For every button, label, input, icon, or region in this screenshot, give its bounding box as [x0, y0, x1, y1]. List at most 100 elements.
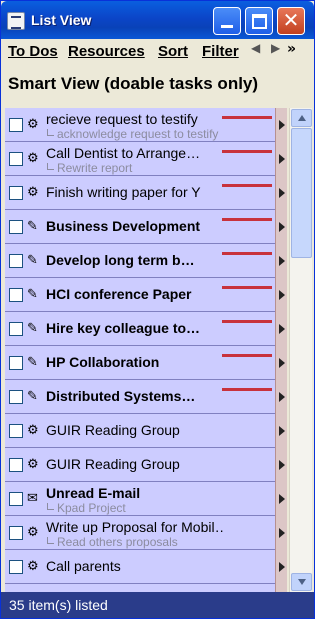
task-row[interactable]: ⚙ recieve request to testify acknowledge r… — [5, 108, 287, 142]
scroll-down-button[interactable] — [291, 573, 312, 591]
task-row[interactable]: ⚙ Write up Proposal for Mobil… Read others… — [5, 516, 287, 550]
menu-bar: To Dos Resources Sort Filter ◀ ▶ » — [1, 39, 314, 63]
close-icon: ✕ — [282, 8, 300, 32]
priority-bar — [222, 354, 272, 357]
menu-todos[interactable]: To Dos — [8, 43, 58, 60]
close-button[interactable]: ✕ — [277, 7, 305, 35]
task-checkbox[interactable] — [9, 322, 23, 336]
project-icon: ✎ — [27, 219, 38, 234]
task-label: Unread E-mail — [46, 485, 141, 501]
expand-arrow-icon[interactable] — [275, 176, 287, 210]
task-row[interactable]: ⚙ — [5, 584, 287, 592]
task-label: GUIR Reading Group — [46, 456, 180, 472]
task-checkbox[interactable] — [9, 390, 23, 404]
task-checkbox[interactable] — [9, 152, 23, 166]
task-checkbox[interactable] — [9, 424, 23, 438]
task-label: Finish writing paper for Y — [46, 184, 201, 200]
expand-arrow-icon[interactable] — [275, 516, 287, 550]
priority-bar — [222, 252, 272, 255]
task-label: Develop long term b… — [46, 252, 195, 268]
minimize-button[interactable] — [213, 7, 241, 35]
list-view-window: List View ✕ To Dos Resources Sort Filter… — [0, 0, 315, 619]
menu-more-icon[interactable]: » — [287, 41, 296, 57]
expand-arrow-icon[interactable] — [275, 108, 287, 142]
task-checkbox[interactable] — [9, 118, 23, 132]
app-icon — [7, 12, 25, 30]
expand-arrow-icon[interactable] — [275, 482, 287, 516]
expand-arrow-icon[interactable] — [275, 244, 287, 278]
expand-arrow-icon[interactable] — [275, 550, 287, 584]
expand-arrow-icon[interactable] — [275, 142, 287, 176]
title-bar[interactable]: List View ✕ — [1, 1, 314, 39]
menu-scroll-right-icon[interactable]: ▶ — [271, 41, 280, 55]
task-label: Write up Proposal for Mobil… — [46, 519, 224, 535]
task-checkbox[interactable] — [9, 356, 23, 370]
task-row[interactable]: ✎ Business Development — [5, 210, 287, 244]
priority-bar — [222, 320, 272, 323]
task-row[interactable]: ✉ Unread E-mail Kpad Project — [5, 482, 287, 516]
task-checkbox[interactable] — [9, 186, 23, 200]
task-label: Call Dentist to Arrange… — [46, 145, 201, 161]
task-row[interactable]: ⚙ GUIR Reading Group — [5, 414, 287, 448]
task-row[interactable]: ✎ Hire key colleague to… — [5, 312, 287, 346]
view-title: Smart View (doable tasks only) — [8, 74, 259, 93]
menu-sort[interactable]: Sort — [158, 43, 188, 60]
project-icon: ✎ — [27, 321, 38, 336]
person-walking-icon: ⚙ — [27, 423, 39, 438]
expand-arrow-icon[interactable] — [275, 312, 287, 346]
task-row[interactable]: ⚙ Call parents — [5, 550, 287, 584]
task-label: HP Collaboration — [46, 354, 160, 370]
task-label: Call parents — [46, 558, 121, 574]
person-walking-icon: ⚙ — [27, 117, 39, 132]
task-checkbox[interactable] — [9, 254, 23, 268]
task-checkbox[interactable] — [9, 458, 23, 472]
task-row[interactable]: ⚙ Call Dentist to Arrange… Rewrite report — [5, 142, 287, 176]
task-row[interactable]: ✎ HP Collaboration — [5, 346, 287, 380]
vertical-scrollbar[interactable] — [289, 108, 312, 592]
task-row[interactable]: ✎ Develop long term b… — [5, 244, 287, 278]
project-icon: ✎ — [27, 389, 38, 404]
maximize-button[interactable] — [245, 7, 273, 35]
task-label: GUIR Reading Group — [46, 422, 180, 438]
person-walking-icon: ⚙ — [27, 151, 39, 166]
task-row[interactable]: ✎ Distributed Systems… — [5, 380, 287, 414]
task-label: Business Development — [46, 218, 201, 234]
task-subtask-label: Read others proposals — [47, 535, 178, 549]
project-icon: ✎ — [27, 253, 38, 268]
expand-arrow-icon[interactable] — [275, 210, 287, 244]
task-checkbox[interactable] — [9, 526, 23, 540]
task-subtask-label: acknowledge request to testify — [47, 127, 218, 141]
task-row[interactable]: ⚙ Finish writing paper for Y — [5, 176, 287, 210]
scroll-up-button[interactable] — [291, 109, 312, 127]
expand-arrow-icon[interactable] — [275, 584, 287, 592]
expand-arrow-icon[interactable] — [275, 346, 287, 380]
task-row[interactable]: ✎ HCI conference Paper — [5, 278, 287, 312]
expand-arrow-icon[interactable] — [275, 380, 287, 414]
task-checkbox[interactable] — [9, 492, 23, 506]
project-icon: ✎ — [27, 287, 38, 302]
scroll-thumb[interactable] — [291, 128, 312, 258]
person-walking-icon: ⚙ — [27, 559, 39, 574]
item-count-status: 35 item(s) listed — [9, 597, 108, 613]
task-list: ⚙ recieve request to testify acknowledge r… — [5, 108, 287, 592]
task-subtask-label: Kpad Project — [47, 501, 126, 515]
menu-filter[interactable]: Filter — [202, 43, 239, 60]
task-checkbox[interactable] — [9, 288, 23, 302]
maximize-icon — [252, 14, 267, 29]
menu-resources[interactable]: Resources — [68, 43, 145, 60]
minimize-icon — [221, 25, 233, 28]
expand-arrow-icon[interactable] — [275, 278, 287, 312]
window-title: List View — [31, 12, 92, 28]
menu-scroll-left-icon[interactable]: ◀ — [251, 41, 260, 55]
task-row[interactable]: ⚙ GUIR Reading Group — [5, 448, 287, 482]
task-checkbox[interactable] — [9, 560, 23, 574]
project-icon: ✎ — [27, 355, 38, 370]
person-walking-icon: ⚙ — [27, 185, 39, 200]
priority-bar — [222, 218, 272, 221]
person-walking-icon: ⚙ — [27, 525, 39, 540]
priority-bar — [222, 184, 272, 187]
task-subtask-label: Rewrite report — [47, 161, 132, 175]
expand-arrow-icon[interactable] — [275, 448, 287, 482]
expand-arrow-icon[interactable] — [275, 414, 287, 448]
task-checkbox[interactable] — [9, 220, 23, 234]
